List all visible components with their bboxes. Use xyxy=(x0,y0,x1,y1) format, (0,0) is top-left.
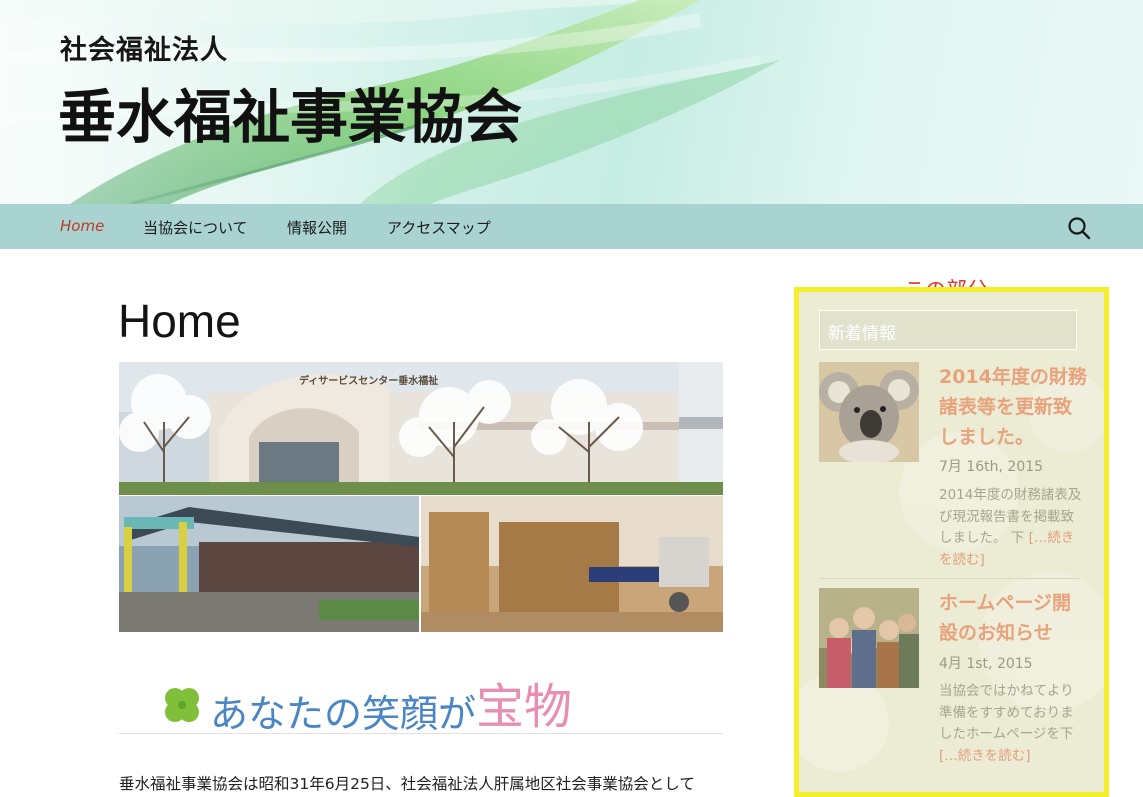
post-excerpt: 2014年度の財務諸表及び現況報告書を掲載致しました。 下 […続きを読む] xyxy=(939,485,1085,571)
widget-title: 新着情報 xyxy=(828,324,896,344)
main-navigation: Home 当協会について 情報公開 アクセスマップ xyxy=(0,204,1143,249)
nav-item-home[interactable]: Home xyxy=(60,217,104,235)
nav-item-about[interactable]: 当協会について xyxy=(143,217,248,238)
post-thumbnail-koala[interactable] xyxy=(819,362,919,462)
post-title-link[interactable]: ホームページ開設のお知らせ xyxy=(939,588,1089,648)
tagline-highlight: 宝物 xyxy=(476,679,573,735)
nav-item-access-map[interactable]: アクセスマップ xyxy=(387,217,491,238)
news-widget: 新着情報 2014年度の財務諸表等を更新致しました。 7月 16th, 2015… xyxy=(794,287,1109,797)
family-photo-image xyxy=(819,588,919,688)
clover-icon xyxy=(165,688,199,722)
post-thumbnail-family[interactable] xyxy=(819,588,919,688)
content-divider xyxy=(119,733,723,734)
search-icon xyxy=(1068,217,1091,240)
post-excerpt-text: 当協会ではかねてより準備をすすめておりましたホームページを下 xyxy=(939,683,1074,742)
post-date: 4月 1st, 2015 xyxy=(939,656,1033,672)
site-subtitle: 社会福祉法人 xyxy=(60,35,228,66)
site-header: 社会福祉法人 垂水福祉事業協会 xyxy=(0,0,1143,204)
intro-paragraph: 垂水福祉事業協会は昭和31年6月25日、社会福祉法人肝属地区社会事業協会として xyxy=(119,775,695,793)
page-title: Home xyxy=(118,295,241,347)
post-divider xyxy=(819,578,1079,579)
facility-photo: ディサービスセンター垂水福祉 xyxy=(119,362,723,632)
post-date: 7月 16th, 2015 xyxy=(939,459,1044,475)
hero-sign-text: ディサービスセンター垂水福祉 xyxy=(299,374,438,387)
search-button[interactable] xyxy=(1066,215,1092,241)
post-title-link[interactable]: 2014年度の財務諸表等を更新致しました。 xyxy=(939,362,1089,452)
site-title[interactable]: 垂水福祉事業協会 xyxy=(58,70,522,154)
tagline-text: あなたの笑顔が宝物 xyxy=(210,671,572,741)
tagline-main: あなたの笑顔が xyxy=(210,692,477,736)
widget-title-bar: 新着情報 xyxy=(819,310,1077,350)
read-more-link[interactable]: […続きを読む] xyxy=(939,748,1031,764)
facility-photo-collage: ディサービスセンター垂水福祉 xyxy=(119,362,723,632)
nav-item-disclosure[interactable]: 情報公開 xyxy=(287,217,347,238)
koala-image xyxy=(819,362,919,462)
post-excerpt: 当協会ではかねてより準備をすすめておりましたホームページを下 […続きを読む] xyxy=(939,681,1085,767)
